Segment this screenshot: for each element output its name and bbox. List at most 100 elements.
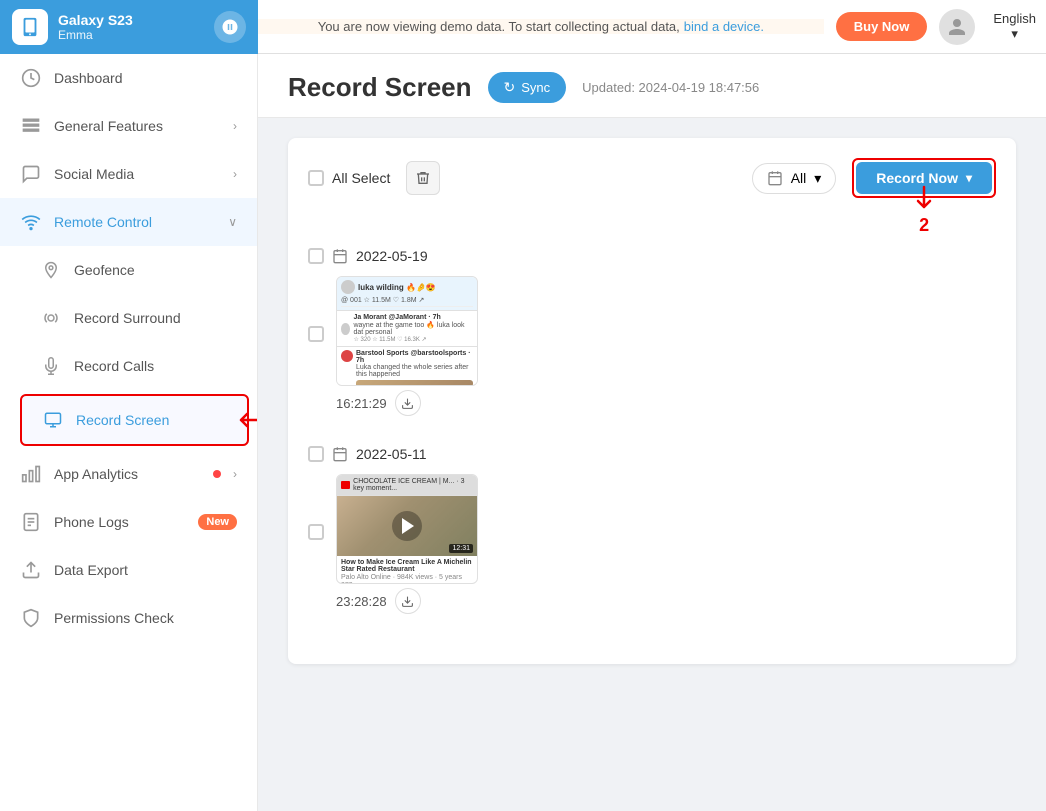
sidebar-item-record-screen-wrapper: Record Screen 1 xyxy=(20,394,249,446)
record-checkbox-1[interactable] xyxy=(308,326,324,342)
sidebar-item-dashboard[interactable]: Dashboard xyxy=(0,54,257,102)
sidebar-item-phone-logs[interactable]: Phone Logs New xyxy=(0,498,257,546)
remote-control-label: Remote Control xyxy=(54,214,216,230)
phone-log-icon xyxy=(20,511,42,533)
chat-icon xyxy=(20,163,42,185)
wifi-icon xyxy=(20,211,42,233)
sidebar-item-app-analytics[interactable]: App Analytics › xyxy=(0,450,257,498)
device-info: Galaxy S23 Emma xyxy=(58,12,204,42)
shield-icon xyxy=(20,607,42,629)
content-header: Record Screen ↻ Sync Updated: 2024-04-19… xyxy=(258,54,1046,118)
notification-bar: You are now viewing demo data. To start … xyxy=(258,19,824,34)
all-select-control: All Select xyxy=(308,170,390,186)
record-meta-2: 23:28:28 xyxy=(336,588,478,614)
annotation-label-2: 2 xyxy=(919,215,929,236)
device-user: Emma xyxy=(58,28,204,42)
language-selector[interactable]: English ▾ xyxy=(983,11,1046,42)
device-switch-button[interactable] xyxy=(214,11,246,43)
user-icon xyxy=(947,17,967,37)
sync-icon: ↻ xyxy=(504,79,516,96)
record-checkbox-2[interactable] xyxy=(308,524,324,540)
mic-icon xyxy=(40,355,62,377)
all-select-label: All Select xyxy=(332,170,390,186)
device-icon xyxy=(12,9,48,45)
user-avatar[interactable] xyxy=(939,9,975,45)
bind-device-link[interactable]: bind a device. xyxy=(684,19,764,34)
annotation-1-wrapper: 1 xyxy=(233,408,258,432)
filter-chevron-icon: ▾ xyxy=(814,170,821,187)
sidebar-item-geofence[interactable]: Geofence xyxy=(20,246,257,294)
arrow-up-icon xyxy=(912,185,936,215)
sidebar-item-data-export[interactable]: Data Export xyxy=(0,546,257,594)
page-title: Record Screen xyxy=(288,72,472,103)
record-thumbnail-1: luka wilding 🔥🤌😍 @ 001 ☆ 11.5M ♡ 1.8M ↗ … xyxy=(336,276,478,386)
date-label-1: 2022-05-19 xyxy=(308,248,996,264)
record-screen-label: Record Screen xyxy=(76,412,227,428)
date-checkbox-1[interactable] xyxy=(308,248,324,264)
download-icon-2 xyxy=(401,595,414,608)
sync-button[interactable]: ↻ Sync xyxy=(488,72,567,103)
data-export-label: Data Export xyxy=(54,562,237,578)
calendar-icon-3 xyxy=(332,446,348,462)
device-header: Galaxy S23 Emma xyxy=(0,0,258,54)
download-button-2[interactable] xyxy=(395,588,421,614)
record-now-wrapper: Record Now ▾ 2 xyxy=(852,158,996,198)
download-button-1[interactable] xyxy=(395,390,421,416)
all-select-checkbox[interactable] xyxy=(308,170,324,186)
permissions-check-label: Permissions Check xyxy=(54,610,237,626)
chevron-right-icon: › xyxy=(233,119,237,133)
date-group-2: 2022-05-11 CHOCOLATE ICE CREAM | M... · … xyxy=(308,446,996,624)
remote-sub-menu: Geofence Record Surround Record Ca xyxy=(0,246,257,450)
sidebar-item-remote-control[interactable]: Remote Control ∨ xyxy=(0,198,257,246)
sidebar-item-record-calls[interactable]: Record Calls xyxy=(20,342,257,390)
record-now-chevron-icon: ▾ xyxy=(966,171,972,185)
filter-value: All xyxy=(791,170,807,186)
list-icon xyxy=(20,115,42,137)
buy-now-button[interactable]: Buy Now xyxy=(836,12,928,41)
delete-button[interactable] xyxy=(406,161,440,195)
record-toolbar: All Select All ▾ xyxy=(308,158,996,198)
updated-timestamp: Updated: 2024-04-19 18:47:56 xyxy=(582,80,759,95)
record-calls-label: Record Calls xyxy=(74,358,237,374)
arrow-left-icon xyxy=(233,408,258,432)
date-group-1: 2022-05-19 luka wilding 🔥🤌😍 xyxy=(308,248,996,426)
general-features-label: General Features xyxy=(54,118,221,134)
date-checkbox-2[interactable] xyxy=(308,446,324,462)
record-panel: All Select All ▾ xyxy=(258,118,1046,811)
phone-device-icon xyxy=(19,16,41,38)
switch-icon xyxy=(221,18,239,36)
phone-logs-label: Phone Logs xyxy=(54,514,186,530)
date-value-2: 2022-05-11 xyxy=(356,446,427,462)
surround-icon xyxy=(40,307,62,329)
calendar-icon xyxy=(767,170,783,186)
record-item-1: luka wilding 🔥🤌😍 @ 001 ☆ 11.5M ♡ 1.8M ↗ … xyxy=(308,276,996,426)
clock-icon xyxy=(20,67,42,89)
sidebar-item-general-features[interactable]: General Features › xyxy=(0,102,257,150)
record-surround-label: Record Surround xyxy=(74,310,237,326)
new-badge: New xyxy=(198,514,237,530)
chevron-right-icon-2: › xyxy=(233,167,237,181)
sidebar-item-record-screen[interactable]: Record Screen xyxy=(22,396,247,444)
record-time-1: 16:21:29 xyxy=(336,396,387,411)
sidebar: Dashboard General Features › Social Medi… xyxy=(0,54,258,811)
app-analytics-label: App Analytics xyxy=(54,466,201,482)
sidebar-item-record-surround[interactable]: Record Surround xyxy=(20,294,257,342)
content-area: Record Screen ↻ Sync Updated: 2024-04-19… xyxy=(258,54,1046,811)
location-icon xyxy=(40,259,62,281)
record-thumbnail-2: CHOCOLATE ICE CREAM | M... · 3 key momen… xyxy=(336,474,478,584)
sidebar-item-permissions-check[interactable]: Permissions Check xyxy=(0,594,257,642)
record-card: All Select All ▾ xyxy=(288,138,1016,664)
social-media-label: Social Media xyxy=(54,166,221,182)
record-time-2: 23:28:28 xyxy=(336,594,387,609)
record-item-2: CHOCOLATE ICE CREAM | M... · 3 key momen… xyxy=(308,474,996,624)
chevron-down-icon: ∨ xyxy=(228,215,237,229)
dot-badge xyxy=(213,470,221,478)
sidebar-item-social-media[interactable]: Social Media › xyxy=(0,150,257,198)
date-filter[interactable]: All ▾ xyxy=(752,163,837,194)
date-label-2: 2022-05-11 xyxy=(308,446,996,462)
dashboard-label: Dashboard xyxy=(54,70,237,86)
top-bar: Galaxy S23 Emma You are now viewing demo… xyxy=(0,0,1046,54)
date-value-1: 2022-05-19 xyxy=(356,248,428,264)
trash-icon xyxy=(415,170,431,186)
annotation-2-wrapper: 2 xyxy=(912,185,936,236)
